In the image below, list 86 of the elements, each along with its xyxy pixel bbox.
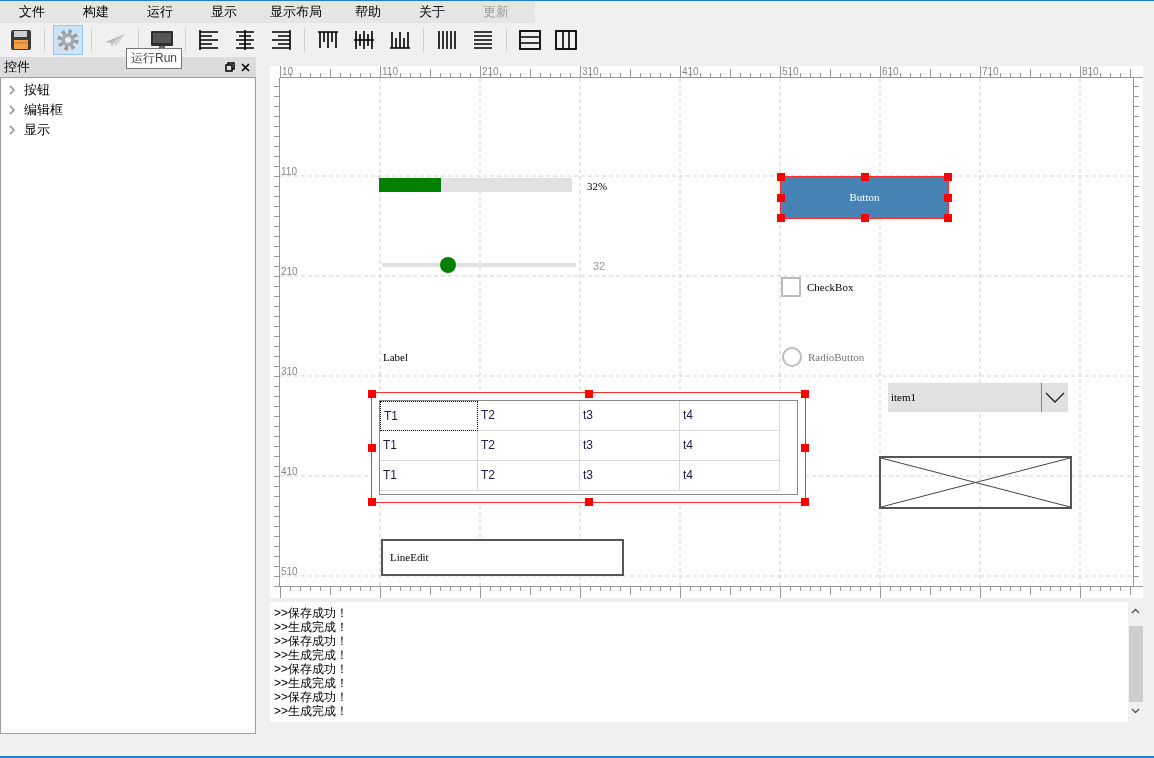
- resize-handle[interactable]: [801, 444, 809, 452]
- ruler-label: 310: [281, 366, 298, 377]
- resize-handle[interactable]: [584, 498, 593, 506]
- ruler-label: 510: [782, 66, 799, 77]
- push-button[interactable]: Button: [781, 177, 948, 218]
- table-cell[interactable]: T2: [478, 401, 580, 431]
- menu-item[interactable]: 显示布局: [256, 2, 336, 22]
- ruler-label: 210: [482, 66, 499, 77]
- resize-handle[interactable]: [944, 214, 952, 222]
- align-right-icon: [269, 27, 293, 52]
- menu-item[interactable]: 构建: [64, 2, 128, 22]
- label-widget: Label: [383, 350, 410, 364]
- dropdown-value: item1: [890, 390, 918, 406]
- resize-handle[interactable]: [860, 173, 869, 181]
- log-line: >>生成完成！: [274, 676, 349, 690]
- chevron-down-icon[interactable]: [1045, 391, 1065, 404]
- menu-item[interactable]: 帮助: [336, 2, 400, 22]
- ruler-label: 710: [982, 66, 999, 77]
- ruler-label: 210: [281, 266, 298, 277]
- checkbox[interactable]: CheckBox: [781, 277, 871, 297]
- log-line: >>保存成功！: [274, 690, 349, 704]
- resize-handle[interactable]: [801, 498, 809, 506]
- columns-icon: [554, 27, 578, 52]
- save-icon: [9, 27, 33, 52]
- table-cell[interactable]: T1: [380, 401, 478, 431]
- rows-icon: [518, 27, 542, 52]
- resize-handle[interactable]: [368, 390, 376, 398]
- ruler-label: 310: [582, 66, 599, 77]
- tree-item[interactable]: 显示: [1, 120, 255, 140]
- resize-handle[interactable]: [368, 498, 376, 506]
- resize-handle[interactable]: [777, 214, 785, 222]
- log-line: >>生成完成！: [274, 704, 349, 718]
- resize-handle[interactable]: [584, 390, 593, 398]
- slider-thumb[interactable]: [439, 257, 456, 273]
- scroll-down-icon[interactable]: [1131, 708, 1140, 714]
- menu-item[interactable]: 显示: [192, 2, 256, 22]
- slider[interactable]: [382, 257, 576, 273]
- table-cell[interactable]: t3: [580, 431, 680, 461]
- resize-handle[interactable]: [777, 173, 785, 181]
- close-icon[interactable]: [241, 62, 250, 72]
- ruler-label: 410: [281, 466, 298, 477]
- log-line: >>保存成功！: [274, 634, 349, 648]
- menu-item[interactable]: 运行: [128, 2, 192, 22]
- radio-button[interactable]: RadioButton: [782, 347, 892, 367]
- tree-item[interactable]: 编辑框: [1, 100, 255, 120]
- ruler-label: 410: [682, 66, 699, 77]
- table-cell[interactable]: t4: [680, 431, 780, 461]
- log-line: >>保存成功！: [274, 606, 349, 620]
- ruler-label: 110: [281, 166, 297, 177]
- menu-item[interactable]: 关于: [400, 2, 464, 22]
- ruler-label: 810: [1082, 66, 1099, 77]
- line-edit[interactable]: LineEdit: [381, 539, 624, 576]
- resize-handle[interactable]: [801, 390, 809, 398]
- align-left-icon: [197, 27, 221, 52]
- resize-handle[interactable]: [368, 444, 376, 452]
- scroll-up-icon[interactable]: [1131, 608, 1140, 614]
- table-cell[interactable]: T1: [380, 461, 478, 491]
- table-cell[interactable]: t4: [680, 401, 780, 431]
- ruler-label: 610: [882, 66, 899, 77]
- resize-handle[interactable]: [777, 193, 785, 202]
- log-line: >>生成完成！: [274, 620, 349, 634]
- ruler-label: 510: [281, 566, 298, 577]
- progress-text: 32%: [587, 179, 608, 193]
- table-cell[interactable]: T2: [478, 461, 580, 491]
- table-cell[interactable]: T2: [478, 431, 580, 461]
- ruler-label: 10: [282, 66, 294, 77]
- table-cell[interactable]: t3: [580, 401, 680, 431]
- slider-value: 32: [593, 259, 606, 273]
- scroll-thumb[interactable]: [1128, 626, 1143, 702]
- align-center-icon: [233, 27, 257, 52]
- ruler-label: 110: [382, 66, 398, 77]
- resize-handle[interactable]: [860, 214, 869, 222]
- menu-item[interactable]: 文件: [0, 2, 64, 22]
- tree-item[interactable]: 按钮: [1, 80, 255, 100]
- resize-handle[interactable]: [944, 193, 952, 202]
- tooltip: 运行Run: [126, 48, 182, 69]
- gear-icon: [56, 27, 80, 52]
- table-cell[interactable]: T1: [380, 431, 478, 461]
- table-cell[interactable]: t4: [680, 461, 780, 491]
- panel-title: 控件: [4, 58, 30, 77]
- resize-handle[interactable]: [944, 173, 952, 181]
- log-line: >>生成完成！: [274, 648, 349, 662]
- table-cell[interactable]: t3: [580, 461, 680, 491]
- float-icon[interactable]: [225, 62, 235, 72]
- dropdown[interactable]: item1: [888, 383, 1068, 412]
- log-line: >>保存成功！: [274, 662, 349, 676]
